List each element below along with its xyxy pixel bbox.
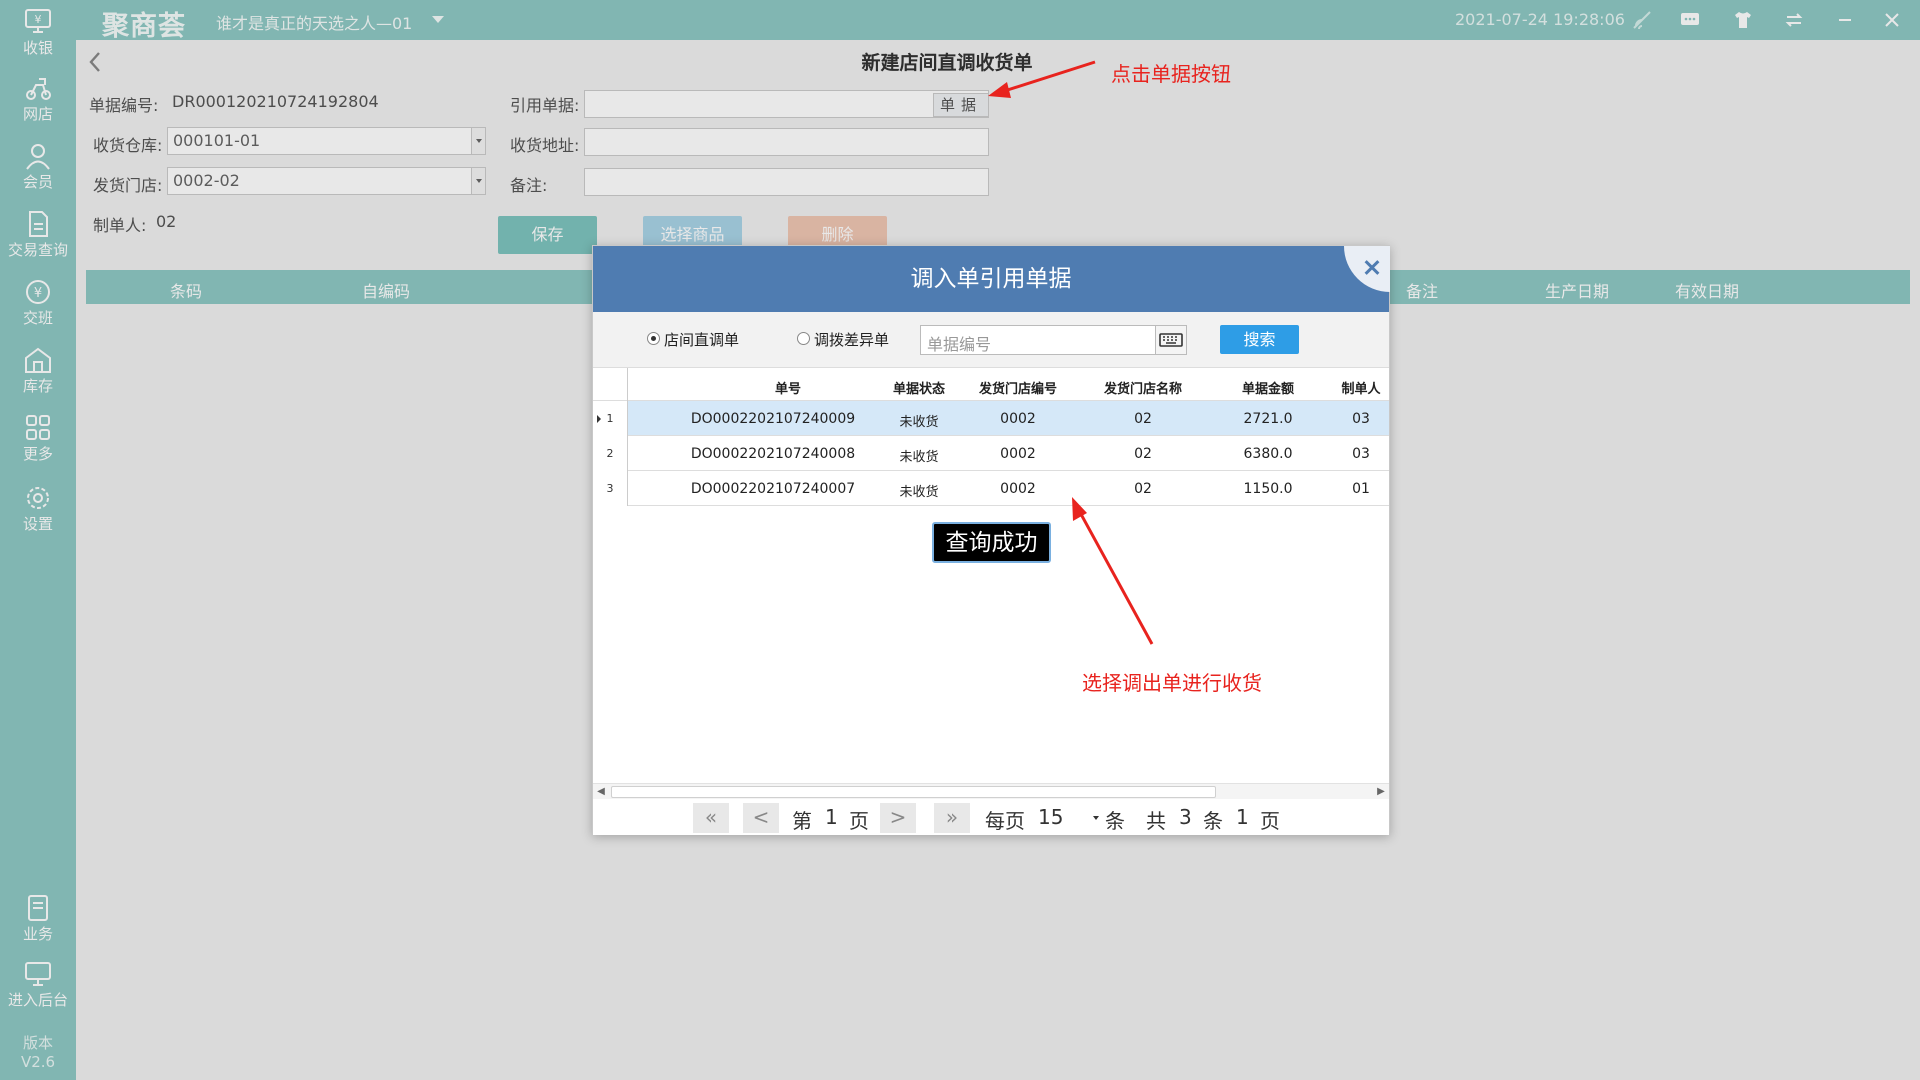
cell-status: 未收货: [899, 450, 939, 465]
chevron-down-icon[interactable]: [1093, 816, 1099, 820]
column-header: 单据金额: [1241, 382, 1294, 397]
total-prefix: 共: [1146, 809, 1166, 833]
table-row[interactable]: 2 DO0002202107240008 未收货 0002 02 6380.0 …: [593, 436, 1389, 471]
cell-status: 未收货: [899, 415, 939, 430]
cell-store-code: 0002: [1000, 411, 1036, 427]
cell-doc-no: DO0002202107240008: [690, 446, 856, 462]
radio-label[interactable]: 店间直调单: [664, 329, 739, 350]
scroll-left-icon[interactable]: ◀: [594, 785, 608, 799]
radio-label[interactable]: 调拨差异单: [814, 329, 889, 350]
table-row[interactable]: 1 DO0002202107240009 未收货 0002 02 2721.0 …: [593, 401, 1389, 436]
page-prefix: 第: [792, 809, 812, 833]
per-page-unit: 条: [1105, 809, 1125, 833]
per-page-label: 每页: [985, 809, 1025, 833]
cell-maker: 01: [1352, 481, 1370, 497]
toast-message: 查询成功: [932, 522, 1051, 563]
per-page-select[interactable]: 15: [1038, 805, 1063, 829]
row-number-text: 1: [606, 412, 614, 425]
cell-amount: 1150.0: [1243, 481, 1293, 497]
column-header: 发货门店编号: [978, 382, 1057, 397]
row-number: 3: [593, 471, 628, 506]
cell-store-name: 02: [1134, 446, 1152, 462]
doc-no-search-input[interactable]: 单据编号: [920, 325, 1159, 355]
prev-page-button[interactable]: <: [743, 803, 779, 833]
first-page-button[interactable]: «: [693, 803, 729, 833]
cell-amount: 6380.0: [1243, 446, 1293, 462]
cell-amount: 2721.0: [1243, 411, 1293, 427]
search-button[interactable]: 搜索: [1220, 325, 1299, 354]
next-page-button[interactable]: >: [880, 803, 916, 833]
last-page-button[interactable]: »: [934, 803, 970, 833]
row-number: 2: [593, 436, 628, 471]
cell-maker: 03: [1352, 411, 1370, 427]
column-header: 发货门店名称: [1103, 382, 1182, 397]
row-number: 1: [593, 401, 628, 436]
cell-store-code: 0002: [1000, 446, 1036, 462]
table-header: 单号 单据状态 发货门店编号 发货门店名称 单据金额 制单人: [593, 368, 1389, 401]
annotation-select-order: 选择调出单进行收货: [1082, 671, 1262, 695]
total-unit: 条: [1203, 809, 1223, 833]
row-pointer-icon: [597, 415, 601, 423]
total-pages-unit: 页: [1260, 809, 1280, 833]
reference-dialog: 调入单引用单据 店间直调单 调拨差异单 单据编号 搜索 单号 单据状态 发货门店…: [592, 245, 1390, 835]
column-header: 制单人: [1341, 382, 1381, 397]
dialog-title: 调入单引用单据: [593, 246, 1389, 312]
keyboard-icon[interactable]: [1155, 325, 1187, 355]
pagination: « < 第 1 页 > » 每页 15 条 共 3 条 1 页: [593, 799, 1389, 835]
table-row[interactable]: 3 DO0002202107240007 未收货 0002 02 1150.0 …: [593, 471, 1389, 506]
total-pages: 1: [1236, 805, 1249, 829]
cell-maker: 03: [1352, 446, 1370, 462]
total-count: 3: [1179, 805, 1192, 829]
horizontal-scrollbar[interactable]: ◀ ▶: [593, 783, 1389, 799]
column-header: 单号: [774, 382, 801, 397]
cell-doc-no: DO0002202107240007: [690, 481, 856, 497]
cell-doc-no: DO0002202107240009: [690, 411, 856, 427]
page-suffix: 页: [849, 809, 869, 833]
annotation-click-button: 点击单据按钮: [1111, 62, 1231, 86]
scroll-thumb[interactable]: [611, 786, 1216, 798]
cell-store-name: 02: [1134, 411, 1152, 427]
radio-direct-transfer[interactable]: [647, 332, 660, 345]
current-page: 1: [825, 805, 838, 829]
cell-status: 未收货: [899, 485, 939, 500]
cell-store-name: 02: [1134, 481, 1152, 497]
radio-diff-order[interactable]: [797, 332, 810, 345]
cell-store-code: 0002: [1000, 481, 1036, 497]
scroll-right-icon[interactable]: ▶: [1374, 785, 1388, 799]
column-header: 单据状态: [892, 382, 945, 397]
